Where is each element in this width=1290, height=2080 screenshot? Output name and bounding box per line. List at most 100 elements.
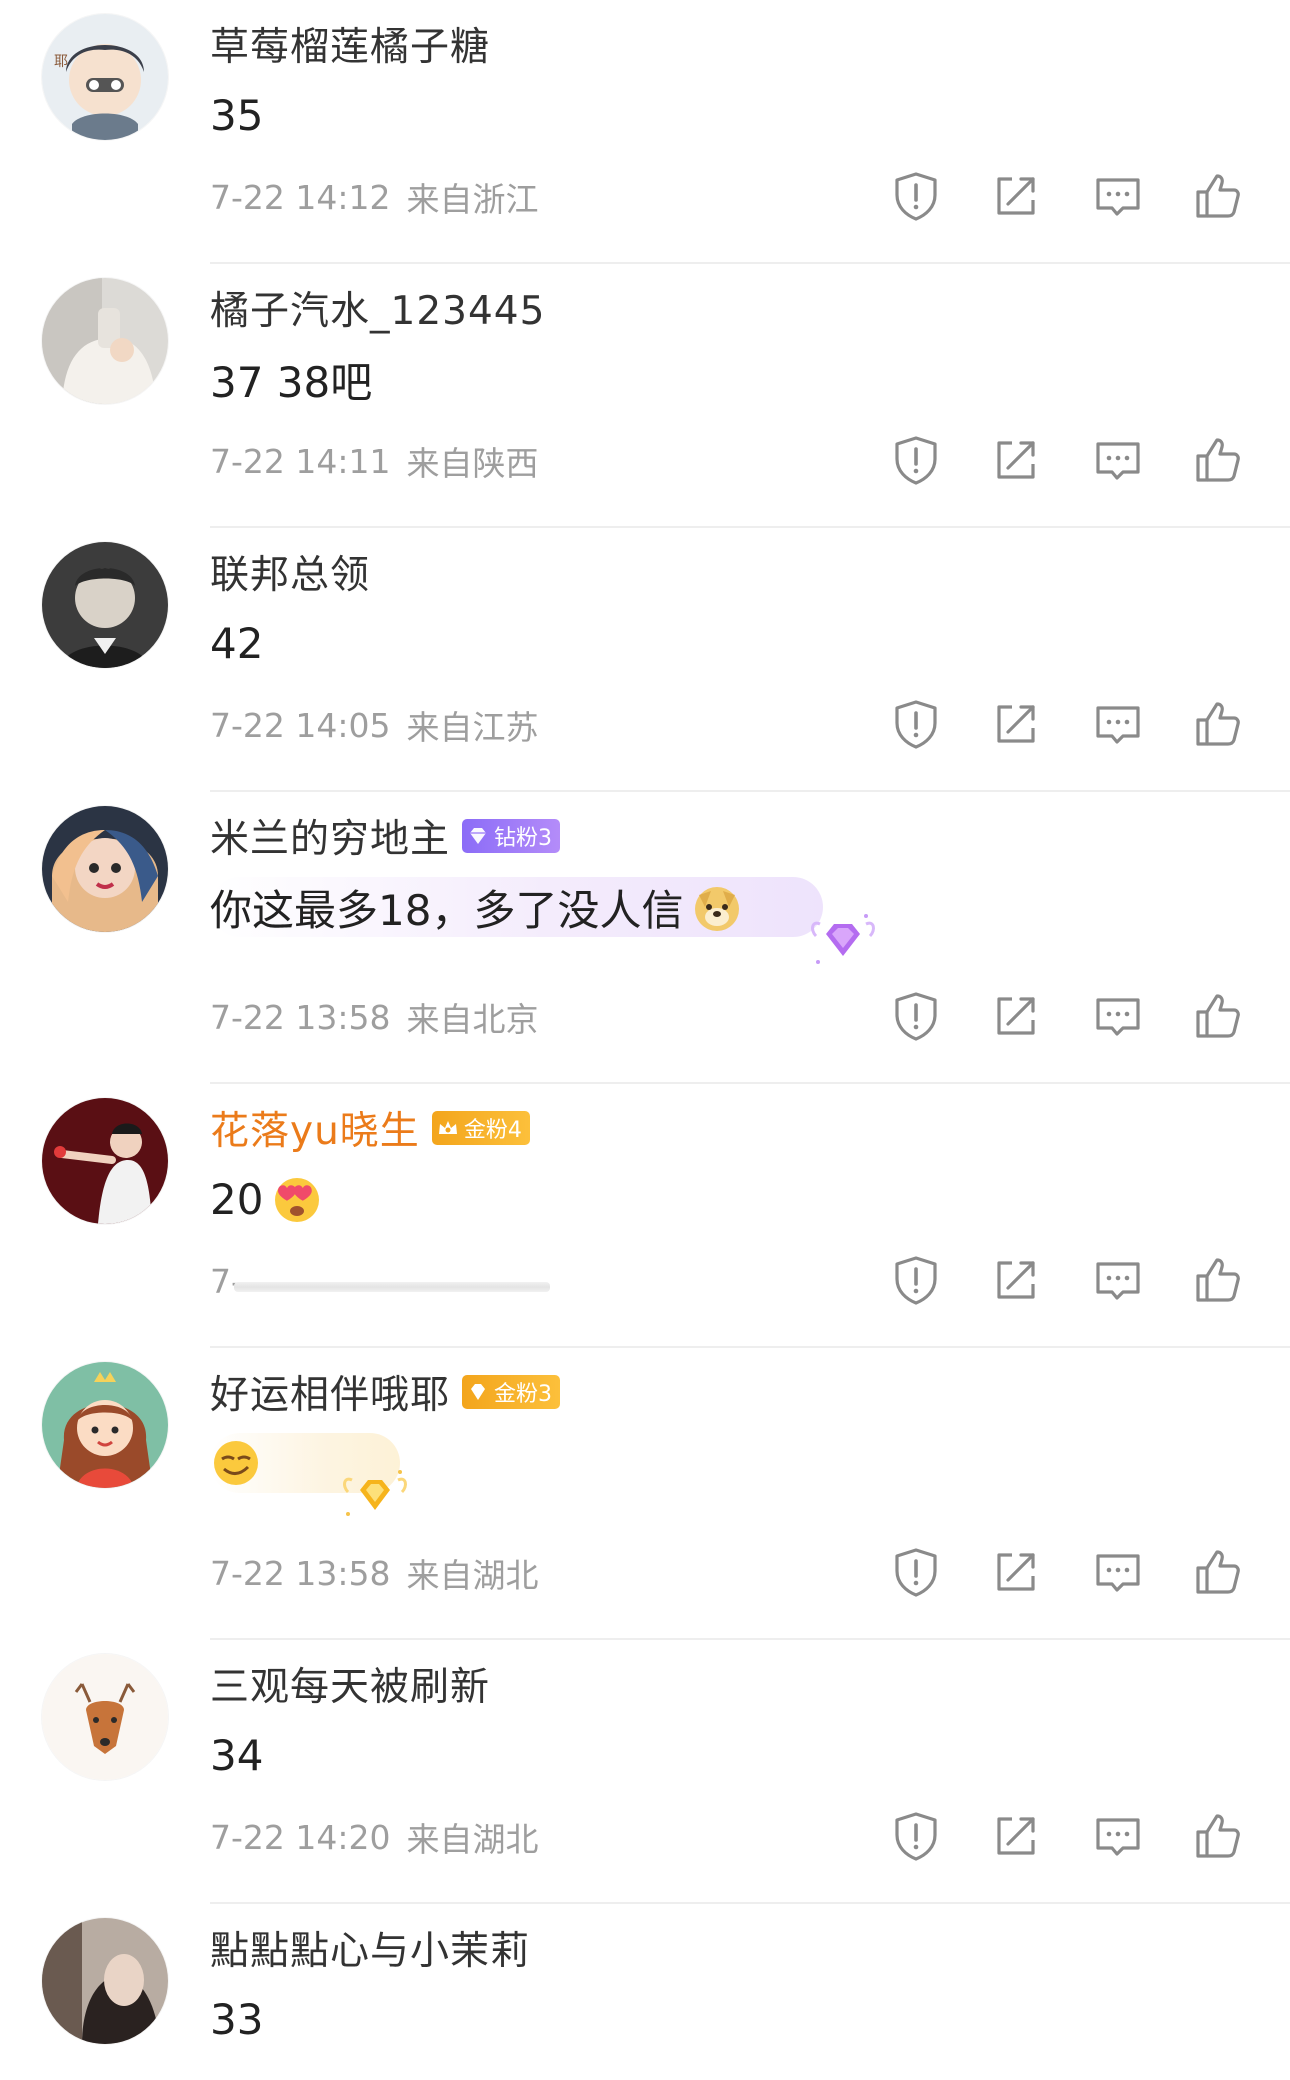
comment-time: 7-22 14:12 [210,177,391,217]
share-arrow-icon[interactable] [988,1544,1044,1600]
comment-actions [880,1544,1280,1600]
username[interactable]: 花落yu晓生 [210,1100,420,1156]
comment-item: 花落yu晓生 金粉4 20 7- [0,1084,1290,1348]
comment-item: 米兰的穷地主 钻粉3 你这最多18，多了没人信 7-22 13:58 来自北京 [0,792,1290,1084]
thumbs-up-icon[interactable] [1190,1252,1246,1308]
exclamation-shield-icon[interactable] [888,168,944,224]
exclamation-shield-icon[interactable] [888,432,944,488]
exclamation-shield-icon[interactable] [888,1544,944,1600]
thumbs-up-icon[interactable] [1190,696,1246,752]
username[interactable]: 草莓榴莲橘子糖 [210,16,490,72]
exclamation-shield-icon[interactable] [888,1252,944,1308]
comment-body: 20 [210,1174,264,1224]
comment-text: 你这最多18，多了没人信 [210,877,824,937]
share-arrow-icon[interactable] [988,696,1044,752]
user-avatar[interactable] [42,278,168,404]
user-avatar[interactable] [42,806,168,932]
comment-body: 35 [210,90,264,140]
comment-meta: 7-22 14:11 来自陕西 [210,436,539,486]
comment-meta: 7-22 14:20 来自湖北 [210,1812,539,1862]
username-row: 米兰的穷地主 钻粉3 [210,808,561,864]
comment-bubble-icon[interactable] [1090,168,1146,224]
comment-actions [880,432,1280,488]
gold-gem-icon [466,1380,490,1404]
exclamation-shield-icon[interactable] [888,696,944,752]
username-row: 好运相伴哦耶 金粉3 [210,1364,561,1420]
comment-text: 42 [210,613,263,673]
username[interactable]: 點點點心与小茉莉 [210,1920,530,1976]
share-arrow-icon[interactable] [988,432,1044,488]
user-avatar[interactable] [42,1362,168,1488]
comment-bubble-icon[interactable] [1090,432,1146,488]
comment-time: 7-22 14:20 [210,1817,391,1857]
comment-text: 33 [210,1989,263,2049]
comment-actions [880,168,1280,224]
fan-badge[interactable]: 钻粉3 [462,819,561,853]
comment-bubble-icon[interactable] [1090,696,1146,752]
username[interactable]: 三观每天被刷新 [210,1656,490,1712]
comment-bubble-icon[interactable] [1090,1808,1146,1864]
comment-location: 来自北京 [406,1000,539,1039]
comment-location: 来自湖北 [406,1556,539,1595]
exclamation-shield-icon[interactable] [888,988,944,1044]
crown-icon [436,1116,460,1140]
user-avatar[interactable] [42,1098,168,1224]
comment-location: 来自湖北 [406,1820,539,1859]
badge-label: 金粉4 [463,1118,522,1143]
share-arrow-icon[interactable] [988,168,1044,224]
username-row: 联邦总领 [210,546,370,598]
comment-time: 7-22 14:11 [210,441,391,481]
comment-actions [880,1252,1280,1308]
comment-body: 34 [210,1730,264,1780]
user-avatar[interactable] [42,542,168,668]
comment-time: 7- [210,1262,550,1301]
smirk-emoji [210,1437,262,1489]
badge-label: 钻粉3 [494,826,553,851]
username-row: 橘子汽水_123445 [210,282,545,334]
share-arrow-icon[interactable] [988,1808,1044,1864]
svg-text:耶: 耶 [54,54,68,70]
thumbs-up-icon[interactable] [1190,1544,1246,1600]
username-row: 草莓榴莲橘子糖 [210,18,490,70]
comment-actions [880,1808,1280,1864]
username-row: 點點點心与小茉莉 [210,1922,530,1974]
thumbs-up-icon[interactable] [1190,432,1246,488]
comment-text: 35 [210,85,263,145]
thumbs-up-icon[interactable] [1190,988,1246,1044]
heart-eyes-emoji [271,1173,323,1225]
comment-item: 橘子汽水_123445 37 38吧 7-22 14:11 来自陕西 [0,264,1290,528]
comment-meta: 7- [210,1256,566,1306]
username[interactable]: 橘子汽水_123445 [210,280,545,336]
gem-decoration-icon [808,910,878,970]
comment-list: 耶 草莓榴莲橘子糖 35 7-22 14:12 来自浙江 橘子汽水_123445… [0,0,1290,2080]
username-row: 三观每天被刷新 [210,1658,490,1710]
comment-bubble-icon[interactable] [1090,988,1146,1044]
fan-badge[interactable]: 金粉3 [462,1375,561,1409]
thumbs-up-icon[interactable] [1190,1808,1246,1864]
comment-meta: 7-22 14:12 来自浙江 [210,172,539,222]
fan-badge[interactable]: 金粉4 [431,1111,530,1145]
comment-actions [880,696,1280,752]
user-avatar[interactable]: 耶 [42,14,168,140]
comment-meta: 7-22 14:05 来自江苏 [210,700,539,750]
comment-bubble-icon[interactable] [1090,1544,1146,1600]
username[interactable]: 好运相伴哦耶 [210,1364,450,1420]
comment-text: 20 [210,1169,323,1229]
share-arrow-icon[interactable] [988,1252,1044,1308]
comment-location: 来自陕西 [406,444,539,483]
doge-emoji [691,881,743,933]
comment-text: 37 38吧 [210,349,372,409]
username[interactable]: 联邦总领 [210,544,370,600]
user-avatar[interactable] [42,1654,168,1780]
thumbs-up-icon[interactable] [1190,168,1246,224]
share-arrow-icon[interactable] [988,988,1044,1044]
comment-bubble-icon[interactable] [1090,1252,1146,1308]
gold-gem-decoration-icon [340,1464,410,1524]
username[interactable]: 米兰的穷地主 [210,808,450,864]
user-avatar[interactable] [42,1918,168,2044]
comment-item: 點點點心与小茉莉 33 [0,1904,1290,2080]
exclamation-shield-icon[interactable] [888,1808,944,1864]
comment-meta: 7-22 13:58 来自湖北 [210,1548,539,1598]
comment-actions [880,988,1280,1044]
comment-item: 好运相伴哦耶 金粉3 7-22 13:58 来自湖北 [0,1348,1290,1640]
